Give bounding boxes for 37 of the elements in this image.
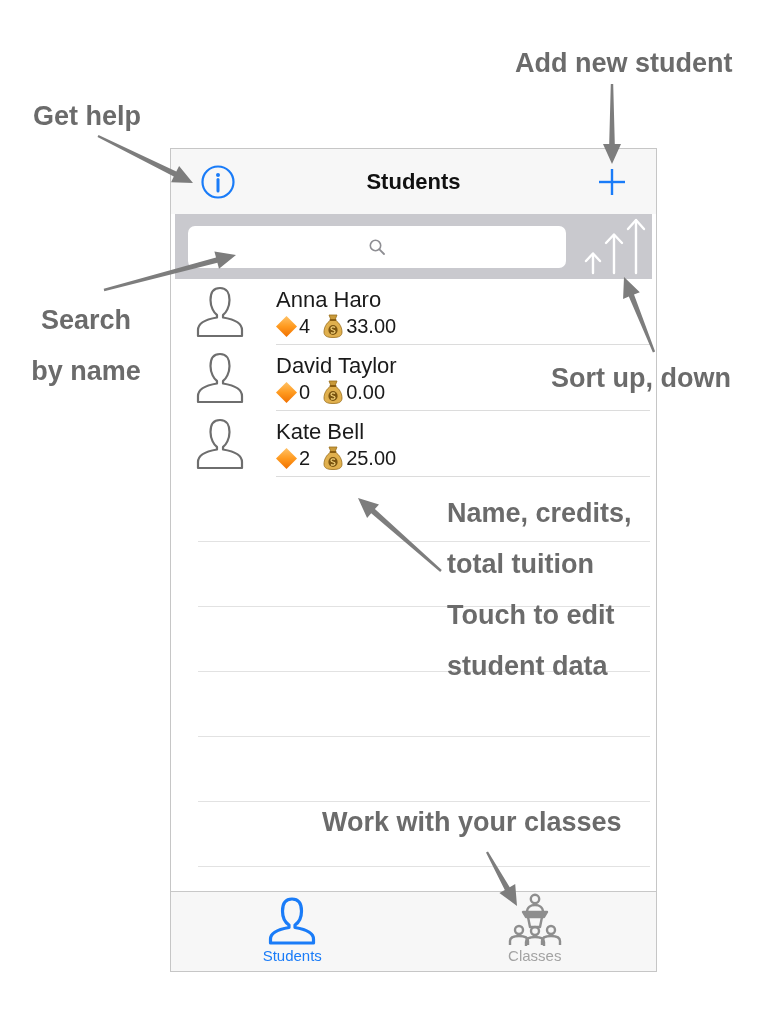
tuition-amount: 33.00 (346, 314, 397, 338)
info-icon (201, 164, 235, 199)
search-icon (369, 238, 385, 255)
student-name[interactable]: David Taylor (276, 353, 397, 379)
avatar-icon (196, 418, 244, 470)
help-button[interactable] (201, 164, 235, 199)
credit-count: 2 (299, 446, 311, 470)
money-bag-icon (323, 380, 344, 404)
tuition-amount: 25.00 (346, 446, 397, 470)
diamond-icon (276, 381, 297, 403)
student-name[interactable]: Kate Bell (276, 419, 365, 445)
credit-count: 0 (299, 380, 311, 404)
money-bag-icon (323, 446, 344, 470)
avatar-icon (196, 286, 244, 338)
diamond-icon (276, 315, 297, 337)
diamond-icon (276, 447, 297, 469)
nav-title: Students (366, 167, 461, 196)
callout-text: Name, credits, total tuition (447, 497, 633, 581)
credit-count: 4 (299, 314, 311, 338)
callout-text: Touch to edit student data (447, 599, 616, 683)
tuition-amount: 0.00 (346, 380, 386, 404)
tab[interactable]: Students (171, 892, 414, 971)
callout-text: Search by name (30, 304, 142, 388)
callout-text: Get help (33, 100, 142, 133)
student-name[interactable]: Anna Haro (276, 287, 382, 313)
person-icon (268, 897, 317, 945)
presenter-audience-icon (506, 893, 563, 947)
search-field[interactable] (188, 225, 566, 268)
sort-icon (583, 218, 647, 275)
callout-text: Add new student (515, 47, 734, 80)
callout-text: Sort up, down (551, 362, 732, 395)
money-bag-icon (323, 314, 344, 338)
add-button[interactable] (598, 167, 626, 196)
avatar-icon (196, 352, 244, 404)
plus-icon (598, 167, 626, 196)
callout-text: Work with your classes (322, 806, 623, 839)
callout-arrow (486, 851, 517, 906)
